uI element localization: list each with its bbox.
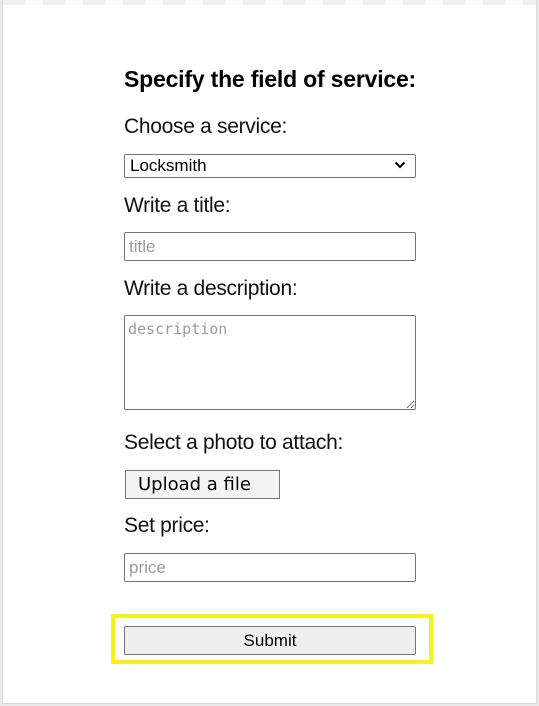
form-heading: Specify the field of service: bbox=[124, 66, 417, 92]
submit-button[interactable]: Submit bbox=[124, 626, 416, 655]
title-label: Write a title: bbox=[124, 194, 231, 217]
service-label: Choose a service: bbox=[124, 115, 287, 138]
service-select[interactable]: Locksmith bbox=[124, 154, 416, 178]
description-label: Write a description: bbox=[124, 277, 298, 300]
page-panel: Specify the field of service: Choose a s… bbox=[2, 0, 537, 704]
price-input[interactable] bbox=[124, 553, 416, 582]
title-input[interactable] bbox=[124, 232, 416, 261]
photo-label: Select a photo to attach: bbox=[124, 431, 343, 454]
top-strip bbox=[3, 0, 536, 5]
price-label: Set price: bbox=[124, 514, 210, 537]
chevron-down-icon bbox=[394, 161, 406, 169]
description-textarea[interactable] bbox=[124, 315, 416, 410]
upload-file-button[interactable]: Upload a file bbox=[125, 470, 280, 499]
service-select-value: Locksmith bbox=[130, 156, 207, 175]
